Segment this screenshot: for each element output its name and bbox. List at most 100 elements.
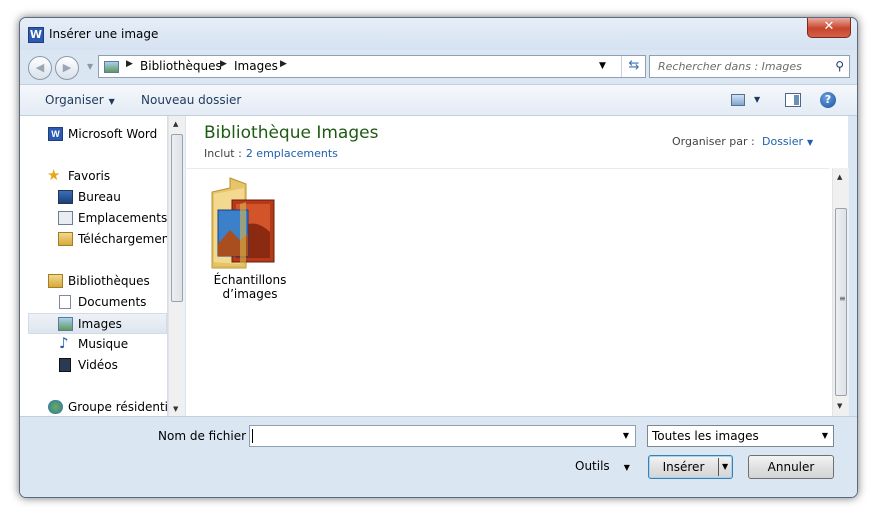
view-options-dropdown-icon[interactable]: ▼ bbox=[754, 95, 760, 104]
help-icon[interactable]: ? bbox=[820, 92, 836, 108]
file-type-filter-select[interactable]: Toutes les images ▼ bbox=[647, 425, 834, 447]
chevron-down-icon: ▼ bbox=[807, 138, 814, 147]
navigation-scrollbar[interactable]: ▲ ▼ bbox=[168, 116, 185, 416]
breadcrumb-separator-icon[interactable]: ▶ bbox=[280, 59, 287, 69]
address-row: ◀ ▶ ▼ ▶ Bibliothèques ▶ Images ▶ ▼ ⇆ ⚲ bbox=[20, 50, 857, 83]
filename-label: Nom de fichier : bbox=[158, 429, 254, 443]
file-list-scrollbar[interactable]: ▲ ≡ ▼ bbox=[832, 168, 849, 416]
includes-locations-link[interactable]: 2 emplacements bbox=[246, 147, 338, 160]
title-bar: W Insérer une image ✕ bbox=[20, 18, 857, 50]
nav-item-label: Bureau bbox=[78, 190, 121, 204]
tools-menu-button[interactable]: Outils ▼ bbox=[575, 459, 630, 473]
new-folder-button[interactable]: Nouveau dossier bbox=[141, 93, 241, 107]
recent-places-icon bbox=[58, 211, 73, 225]
star-icon: ★ bbox=[47, 166, 61, 184]
pictures-library-icon bbox=[104, 61, 119, 73]
arrange-by-label: Organiser par : bbox=[672, 135, 755, 148]
nav-item-label: Emplacements ré bbox=[78, 211, 168, 225]
libraries-icon bbox=[48, 274, 63, 288]
cancel-button[interactable]: Annuler bbox=[748, 455, 834, 479]
insert-picture-dialog: W Insérer une image ✕ ◀ ▶ ▼ ▶ Bibliothèq… bbox=[19, 17, 858, 498]
nav-item-label: Téléchargements bbox=[78, 232, 168, 246]
arrange-by-dropdown[interactable]: Dossier ▼ bbox=[762, 135, 813, 148]
chevron-down-icon: ▼ bbox=[108, 97, 115, 106]
address-history-dropdown-icon[interactable]: ▼ bbox=[599, 61, 606, 71]
breadcrumb-images[interactable]: Images bbox=[234, 59, 278, 73]
organize-label: Organiser bbox=[45, 93, 104, 107]
window-title: Insérer une image bbox=[49, 27, 159, 41]
nav-item-videos[interactable]: Vidéos bbox=[20, 355, 166, 376]
homegroup-icon bbox=[48, 400, 63, 414]
nav-item-homegroup[interactable]: Groupe résidentiel bbox=[20, 397, 167, 416]
chevron-down-icon[interactable]: ▼ bbox=[623, 431, 629, 440]
nav-item-label: Bibliothèques bbox=[68, 274, 150, 288]
search-icon[interactable]: ⚲ bbox=[835, 59, 844, 73]
search-input[interactable] bbox=[656, 59, 824, 74]
navigation-pane: W Microsoft Word ★ Favoris Bureau Emplac… bbox=[20, 116, 168, 416]
nav-item-label: Microsoft Word bbox=[68, 127, 158, 141]
nav-item-downloads[interactable]: Téléchargements bbox=[20, 229, 168, 250]
file-list-pane: Bibliothèque Images Inclut : 2 emplacemen… bbox=[186, 116, 848, 416]
text-caret bbox=[252, 429, 253, 443]
command-bar: Organiser ▼ Nouveau dossier ▼ ? bbox=[20, 84, 857, 116]
downloads-icon bbox=[58, 232, 73, 246]
arrange-by-value: Dossier bbox=[762, 135, 804, 148]
filename-input[interactable] bbox=[252, 428, 612, 444]
videos-icon bbox=[59, 358, 71, 372]
change-view-icon[interactable] bbox=[731, 94, 745, 106]
scroll-up-icon[interactable]: ▲ bbox=[173, 120, 178, 128]
word-icon: W bbox=[28, 27, 44, 43]
music-icon: ♪ bbox=[59, 334, 69, 352]
nav-item-label: Musique bbox=[78, 337, 129, 351]
insert-button[interactable]: Insérer ▼ bbox=[648, 455, 733, 479]
includes-label: Inclut : bbox=[204, 147, 242, 160]
file-type-filter-value: Toutes les images bbox=[652, 429, 759, 443]
pictures-icon bbox=[58, 317, 73, 331]
dialog-footer: Nom de fichier : ▼ Toutes les images ▼ O… bbox=[20, 416, 857, 497]
nav-item-libraries[interactable]: Bibliothèques bbox=[20, 271, 166, 292]
breadcrumb-separator-icon[interactable]: ▶ bbox=[220, 59, 227, 69]
filename-combobox[interactable]: ▼ bbox=[249, 425, 636, 447]
organize-menu-button[interactable]: Organiser ▼ bbox=[45, 93, 115, 107]
recent-pages-dropdown-icon[interactable]: ▼ bbox=[87, 62, 93, 71]
scrollbar-thumb[interactable]: ≡ bbox=[835, 208, 847, 396]
scrollbar-thumb[interactable] bbox=[171, 134, 183, 302]
chevron-down-icon: ▼ bbox=[623, 463, 630, 472]
refresh-icon[interactable]: ⇆ bbox=[621, 56, 646, 77]
nav-item-label: Documents bbox=[78, 295, 147, 309]
insert-label: Insérer bbox=[662, 460, 705, 474]
sample-pictures-folder-icon[interactable] bbox=[210, 174, 280, 274]
preview-pane-icon[interactable] bbox=[785, 93, 801, 107]
nav-item-recent-places[interactable]: Emplacements ré bbox=[20, 208, 168, 229]
breadcrumb-libraries[interactable]: Bibliothèques bbox=[140, 59, 222, 73]
nav-item-desktop[interactable]: Bureau bbox=[20, 187, 166, 208]
nav-item-music[interactable]: ♪ Musique bbox=[20, 334, 166, 355]
breadcrumb-separator-icon[interactable]: ▶ bbox=[126, 59, 133, 69]
insert-options-dropdown-icon[interactable]: ▼ bbox=[722, 456, 728, 478]
library-includes: Inclut : 2 emplacements bbox=[204, 147, 338, 160]
header-divider bbox=[186, 168, 829, 169]
scroll-up-icon[interactable]: ▲ bbox=[837, 173, 842, 181]
scroll-down-icon[interactable]: ▼ bbox=[173, 405, 178, 413]
desktop-icon bbox=[58, 190, 73, 204]
nav-item-label: Favoris bbox=[68, 169, 111, 183]
nav-item-microsoft-word[interactable]: W Microsoft Word bbox=[20, 124, 166, 145]
address-bar[interactable]: ▶ Bibliothèques ▶ Images ▶ ▼ ⇆ bbox=[98, 55, 646, 78]
folder-label[interactable]: Échantillons d’images bbox=[200, 273, 300, 301]
nav-item-images[interactable]: Images bbox=[28, 313, 167, 334]
nav-item-documents[interactable]: Documents bbox=[20, 292, 166, 313]
back-button[interactable]: ◀ bbox=[28, 56, 52, 80]
scroll-down-icon[interactable]: ▼ bbox=[837, 402, 842, 410]
library-title: Bibliothèque Images bbox=[204, 123, 379, 143]
chevron-down-icon: ▼ bbox=[821, 431, 828, 440]
search-box[interactable]: ⚲ bbox=[649, 55, 850, 78]
close-button[interactable]: ✕ bbox=[807, 18, 851, 38]
tools-label: Outils bbox=[575, 459, 610, 473]
documents-icon bbox=[59, 295, 71, 309]
nav-item-label: Vidéos bbox=[78, 358, 118, 372]
forward-button[interactable]: ▶ bbox=[55, 56, 79, 80]
scrollbar-grip-icon: ≡ bbox=[839, 294, 846, 303]
nav-item-favorites[interactable]: ★ Favoris bbox=[20, 166, 166, 187]
folder-label-line: Échantillons bbox=[213, 273, 287, 287]
word-icon: W bbox=[48, 127, 63, 141]
